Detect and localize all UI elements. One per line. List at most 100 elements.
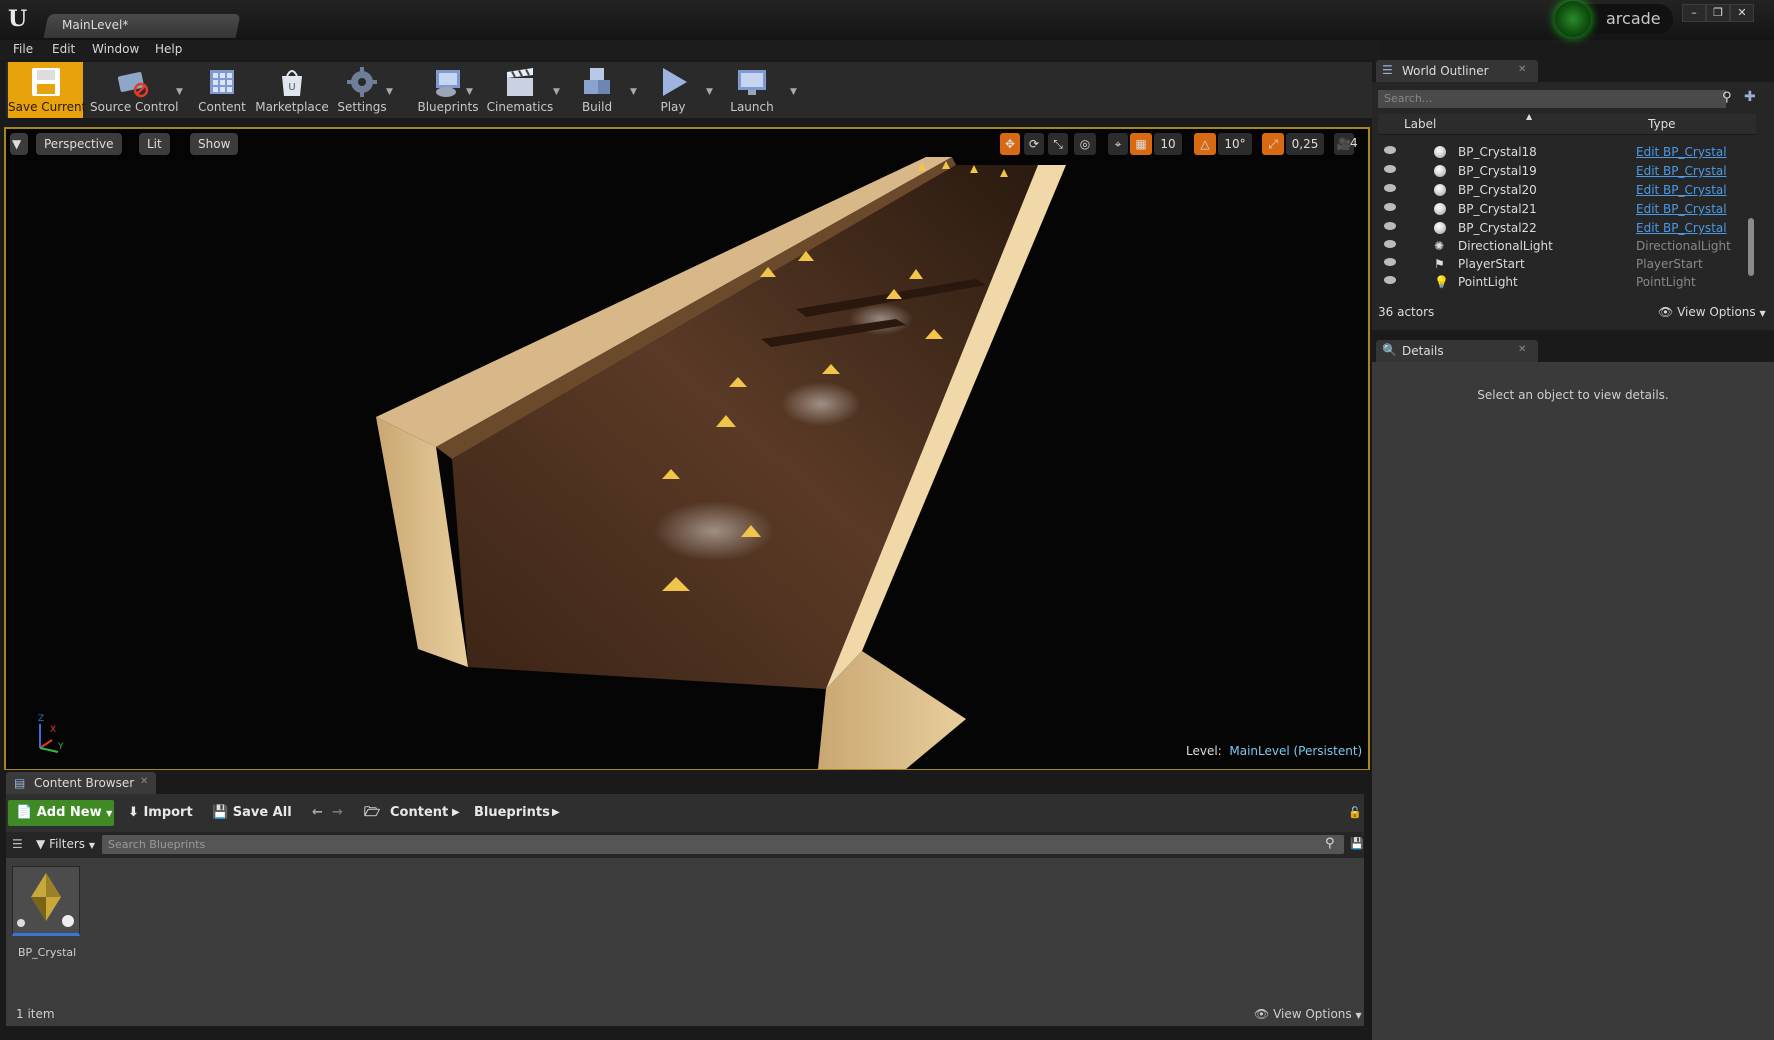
blueprints-button[interactable]: Blueprints (410, 62, 486, 118)
outliner-row[interactable]: BP_Crystal22 Edit BP_Crystal (1378, 219, 1748, 237)
close-tab-icon[interactable]: ✕ (1518, 344, 1526, 355)
menu-window[interactable]: Window (92, 42, 139, 56)
camera-speed-value[interactable]: 4 (1350, 136, 1358, 150)
source-control-dropdown-icon[interactable]: ▼ (176, 87, 183, 97)
search-blueprints-input[interactable]: Search Blueprints (102, 835, 1344, 854)
content-button[interactable]: Content (196, 62, 248, 118)
path-blueprints[interactable]: Blueprints (474, 800, 550, 826)
world-space-icon[interactable]: ◎ (1074, 133, 1096, 155)
eye-icon[interactable] (1384, 258, 1396, 266)
back-arrow-icon[interactable]: ← (312, 800, 323, 826)
close-tab-icon[interactable]: ✕ (1518, 64, 1526, 75)
outliner-row[interactable]: ✺ DirectionalLight DirectionalLight (1378, 237, 1748, 255)
grid-snap-icon[interactable]: ▦ (1130, 133, 1152, 155)
viewport-options-dropdown[interactable]: ▼ (10, 133, 28, 155)
view-options-label: View Options (1677, 305, 1756, 319)
add-new-button[interactable]: 📄 Add New ▼ (8, 800, 114, 826)
play-button[interactable]: Play (650, 62, 696, 118)
close-button[interactable]: ✕ (1730, 4, 1754, 22)
content-browser-tab[interactable]: ▤ Content Browser ✕ (6, 772, 156, 794)
path-separator-icon[interactable]: ▶ (452, 800, 460, 826)
eye-icon[interactable] (1384, 276, 1396, 284)
eye-icon[interactable] (1384, 184, 1396, 192)
column-type[interactable]: Type (1648, 117, 1676, 131)
translate-mode-icon[interactable]: ✥ (1000, 133, 1020, 155)
show-button[interactable]: Show (190, 133, 239, 155)
rotation-snap-value[interactable]: 10° (1218, 133, 1252, 155)
save-all-button[interactable]: 💾 Save All (212, 800, 292, 826)
content-browser-tabbar (0, 770, 1370, 794)
build-dropdown-icon[interactable]: ▼ (630, 87, 637, 97)
settings-dropdown-icon[interactable]: ▼ (386, 87, 393, 97)
add-filter-icon[interactable]: ✚ (1744, 89, 1756, 105)
forward-arrow-icon[interactable]: → (332, 800, 343, 826)
actor-type-link[interactable]: Edit BP_Crystal (1636, 181, 1727, 199)
minimize-button[interactable]: – (1682, 4, 1706, 22)
actor-type-link[interactable]: Edit BP_Crystal (1636, 143, 1727, 161)
column-label[interactable]: Label (1404, 117, 1436, 131)
search-icon[interactable]: ⚲ (1722, 90, 1732, 105)
maximize-button[interactable]: ❐ (1706, 4, 1730, 22)
close-tab-icon[interactable]: ✕ (140, 776, 148, 787)
scale-snap-icon[interactable]: ⤢ (1262, 133, 1284, 155)
outliner-row[interactable]: BP_Crystal18 Edit BP_Crystal (1378, 143, 1748, 161)
scale-mode-icon[interactable]: ⤡ (1048, 133, 1068, 155)
blueprints-dropdown-icon[interactable]: ▼ (466, 87, 473, 97)
outliner-row[interactable]: 💡 PointLight PointLight (1378, 273, 1748, 291)
eye-icon[interactable] (1384, 240, 1396, 248)
cinematics-button[interactable]: Cinematics (482, 62, 558, 118)
search-icon[interactable]: ⚲ (1325, 836, 1335, 851)
outliner-search-input[interactable]: Search... (1378, 90, 1726, 108)
menu-edit[interactable]: Edit (52, 42, 75, 56)
lit-button[interactable]: Lit (139, 133, 170, 155)
marketplace-button[interactable]: U Marketplace (254, 62, 330, 118)
cinematics-dropdown-icon[interactable]: ▼ (553, 87, 560, 97)
launch-button[interactable]: Launch (724, 62, 780, 118)
grid-snap-value[interactable]: 10 (1154, 133, 1182, 155)
eye-icon[interactable] (1384, 203, 1396, 211)
build-button[interactable]: Build (574, 62, 620, 118)
world-outliner-tab[interactable]: ☰ World Outliner ✕ (1376, 60, 1538, 82)
eye-icon[interactable] (1384, 146, 1396, 154)
outliner-scrollbar[interactable] (1748, 218, 1754, 276)
menu-help[interactable]: Help (155, 42, 182, 56)
sources-toggle-icon[interactable]: ☰ (12, 837, 23, 851)
directional-light-icon: ✺ (1434, 239, 1445, 253)
perspective-button[interactable]: Perspective (36, 133, 122, 155)
save-current-button[interactable]: Save Current (8, 62, 86, 118)
menu-file[interactable]: File (13, 42, 33, 56)
outliner-row[interactable]: BP_Crystal19 Edit BP_Crystal (1378, 162, 1748, 180)
play-dropdown-icon[interactable]: ▼ (706, 87, 713, 97)
add-new-label: Add New (36, 805, 102, 820)
level-viewport[interactable] (4, 127, 1370, 771)
outliner-row[interactable]: ⚑ PlayerStart PlayerStart (1378, 255, 1748, 273)
launch-dropdown-icon[interactable]: ▼ (790, 87, 797, 97)
outliner-row[interactable]: BP_Crystal20 Edit BP_Crystal (1378, 181, 1748, 199)
import-button[interactable]: ⬇ Import (128, 800, 193, 826)
actor-type-link[interactable]: Edit BP_Crystal (1636, 162, 1727, 180)
outliner-row[interactable]: BP_Crystal21 Edit BP_Crystal (1378, 200, 1748, 218)
content-view-options-button[interactable]: 👁 View Options ▼ (1254, 1007, 1362, 1021)
rotation-snap-icon[interactable]: △ (1194, 133, 1216, 155)
filters-button[interactable]: ▼ Filters ▼ (36, 837, 95, 851)
outliner-view-options-button[interactable]: 👁 View Options ▼ (1658, 305, 1766, 319)
details-tab[interactable]: 🔍 Details ✕ (1376, 340, 1538, 362)
lock-icon[interactable]: 🔓 (1348, 800, 1362, 826)
save-search-icon[interactable]: 💾 (1350, 837, 1364, 850)
folder-icon[interactable]: 🗁 (364, 800, 380, 826)
blueprint-actor-icon (1434, 203, 1446, 215)
asset-thumbnail[interactable] (12, 866, 80, 936)
surface-snap-icon[interactable]: ⌖ (1108, 133, 1128, 155)
eye-icon[interactable] (1384, 165, 1396, 173)
scale-snap-value[interactable]: 0,25 (1286, 133, 1324, 155)
eye-icon[interactable] (1384, 222, 1396, 230)
settings-button[interactable]: Settings (334, 62, 390, 118)
path-separator-icon[interactable]: ▶ (552, 800, 560, 826)
actor-type-link[interactable]: Edit BP_Crystal (1636, 219, 1727, 237)
item-count: 1 item (16, 1007, 55, 1021)
source-control-button[interactable]: Source Control (90, 62, 178, 118)
path-content[interactable]: Content (390, 800, 448, 826)
rotate-mode-icon[interactable]: ⟳ (1024, 133, 1044, 155)
actor-type-link[interactable]: Edit BP_Crystal (1636, 200, 1727, 218)
show-label: Show (198, 137, 231, 151)
